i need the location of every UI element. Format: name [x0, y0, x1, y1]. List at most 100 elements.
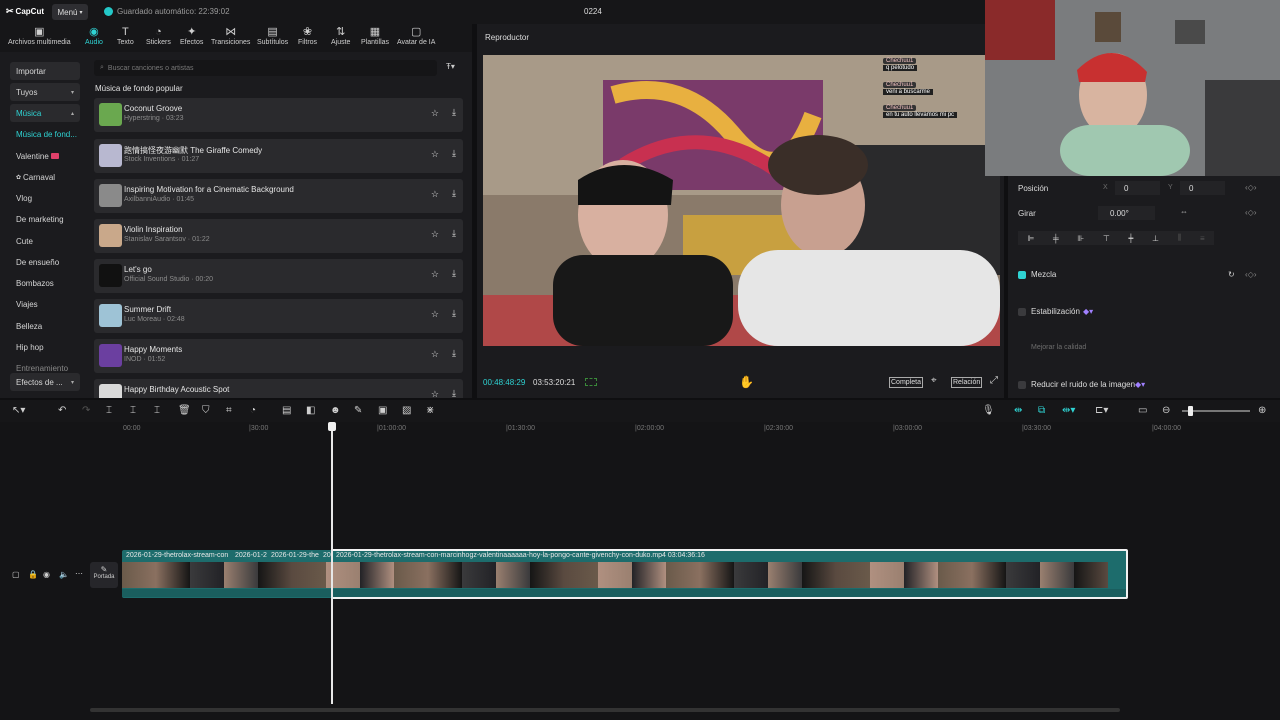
tab-media[interactable]: ▣ Archivos multimedia — [8, 26, 71, 46]
track-item[interactable]: Coconut Groove Hyperstring · 03:23 ☆ ⤓ — [94, 98, 463, 132]
align-bottom-icon[interactable]: ⊥ — [1152, 234, 1159, 243]
sidebar-item-bombazos[interactable]: Bombazos — [10, 274, 80, 292]
cover-button[interactable]: ✎ Portada — [90, 562, 118, 588]
track-item[interactable]: Summer Drift Luc Moreau · 02:48 ☆ ⤓ — [94, 299, 463, 333]
zoom-in-icon[interactable]: ⊕ — [1258, 406, 1266, 416]
link-icon[interactable]: ⧉ — [1038, 406, 1045, 416]
y-input[interactable]: 0 — [1180, 181, 1225, 195]
download-icon[interactable]: ⤓ — [452, 268, 456, 279]
stabilize-tool-icon[interactable]: ⋇ — [426, 406, 434, 416]
download-icon[interactable]: ⤓ — [452, 148, 456, 159]
aspect-ratio-button[interactable]: Relación — [951, 377, 983, 388]
tab-effects[interactable]: ✦ Efectos — [180, 26, 203, 46]
download-icon[interactable]: ⤓ — [452, 348, 456, 359]
sidebar-item-import[interactable]: Importar — [10, 62, 80, 80]
track-toggle-icon[interactable]: ▢ — [12, 570, 20, 580]
sidebar-item-carnival[interactable]: ✿ Carnaval — [10, 168, 80, 186]
shield-icon[interactable]: ⛉ — [202, 406, 210, 416]
download-icon[interactable]: ⤓ — [452, 228, 456, 239]
blend-checkbox[interactable] — [1018, 271, 1026, 279]
sidebar-item-sound-effects[interactable]: Efectos de ... ▾ — [10, 373, 80, 391]
timeline-scrollbar[interactable] — [90, 708, 1120, 712]
stabilize-checkbox[interactable] — [1018, 308, 1026, 316]
track-item[interactable]: Happy Birthday Acoustic Spot ☆ ⤓ — [94, 379, 463, 398]
sidebar-item-dreamy[interactable]: De ensueño — [10, 253, 80, 271]
video-preview[interactable] — [483, 55, 1000, 346]
cutout-icon[interactable]: ☻ — [330, 406, 341, 416]
magnet-icon[interactable]: ⇹ — [1014, 406, 1022, 416]
playhead[interactable] — [331, 424, 333, 704]
tab-ai-avatar[interactable]: ▢ Avatar de IA — [397, 26, 435, 46]
keyframe-icon[interactable]: ‹◇› — [1245, 270, 1256, 280]
snap-icon[interactable]: ⊏▾ — [1095, 406, 1108, 416]
sidebar-item-travel[interactable]: Viajes — [10, 295, 80, 313]
sidebar-item-vlog[interactable]: Vlog — [10, 189, 80, 207]
star-icon[interactable]: ☆ — [431, 229, 439, 240]
eye-icon[interactable]: ◉ — [43, 570, 50, 580]
sidebar-item-background-music[interactable]: Música de fond... — [10, 125, 80, 143]
star-icon[interactable]: ☆ — [431, 189, 439, 200]
tab-stickers[interactable]: ◔ Stickers — [146, 26, 171, 46]
track-item[interactable]: Let's go Official Sound Studio · 00:20 ☆ ⤓ — [94, 259, 463, 293]
sidebar-item-marketing[interactable]: De marketing — [10, 210, 80, 228]
tab-adjust[interactable]: ⇅ Ajuste — [331, 26, 350, 46]
caption-icon[interactable]: ▤ — [282, 406, 291, 416]
flip-icon[interactable]: ⇔ — [1180, 207, 1188, 217]
speaker-icon[interactable]: 🔈 — [59, 570, 69, 580]
download-icon[interactable]: ⤓ — [452, 308, 456, 319]
keyframe-icon[interactable]: ‹◇› — [1245, 183, 1256, 193]
split-left-icon[interactable]: ⌶ — [130, 406, 136, 416]
split-icon[interactable]: ⌶ — [106, 406, 112, 416]
sidebar-item-music[interactable]: Música ▴ — [10, 104, 80, 122]
tab-audio[interactable]: ◉ Audio — [85, 26, 103, 46]
star-icon[interactable]: ☆ — [431, 309, 439, 320]
star-icon[interactable]: ☆ — [431, 149, 439, 160]
denoise-checkbox[interactable] — [1018, 381, 1026, 389]
undo-icon[interactable]: ↶ — [58, 406, 66, 416]
tab-text[interactable]: T Texto — [117, 26, 134, 46]
rotate-input[interactable]: 0.00° — [1098, 206, 1155, 220]
tab-filters[interactable]: ❀ Filtros — [298, 26, 317, 46]
sidebar-item-hiphop[interactable]: Hip hop — [10, 338, 80, 356]
project-title[interactable]: 0224 — [584, 7, 602, 16]
split-right-icon[interactable]: ⌶ — [154, 406, 160, 416]
track-item[interactable]: Violin Inspiration Stanislav Sarantsov · … — [94, 219, 463, 253]
star-icon[interactable]: ☆ — [431, 269, 439, 280]
zoom-slider-handle[interactable] — [1188, 406, 1193, 416]
freeze-icon[interactable]: ▣ — [378, 406, 387, 416]
sidebar-item-beauty[interactable]: Belleza — [10, 317, 80, 335]
lock-icon[interactable]: 🔒 — [28, 570, 38, 580]
align-center-icon[interactable]: ╪ — [1053, 234, 1059, 243]
reset-icon[interactable]: ↻ — [1228, 270, 1235, 280]
mirror-icon[interactable]: ◧ — [306, 406, 315, 416]
fullscreen-mode-button[interactable]: Completa — [889, 377, 923, 388]
align-middle-icon[interactable]: ┿ — [1129, 234, 1134, 243]
download-icon[interactable]: ⤓ — [452, 388, 456, 398]
sidebar-item-cute[interactable]: Cute — [10, 232, 80, 250]
transform-icon[interactable]: ▨ — [402, 406, 411, 416]
sidebar-item-valentine[interactable]: Valentine — [10, 147, 80, 165]
tab-subtitles[interactable]: ▤ Subtítulos — [257, 26, 288, 46]
preview-axis-icon[interactable]: ⇹▾ — [1062, 406, 1075, 416]
align-toolbar[interactable]: ⊫ ╪ ⊪ ⊤ ┿ ⊥ ⫼ ≡ — [1018, 231, 1214, 245]
zoom-out-icon[interactable]: ⊖ — [1162, 406, 1170, 416]
search-input[interactable]: ⌕ Buscar canciones o artistas — [94, 60, 437, 76]
align-left-icon[interactable]: ⊫ — [1027, 234, 1034, 243]
captions-track-icon[interactable]: ▭ — [1138, 406, 1147, 416]
speed-icon[interactable]: ◔ — [250, 406, 256, 416]
download-icon[interactable]: ⤓ — [452, 188, 456, 199]
star-icon[interactable]: ☆ — [431, 108, 439, 119]
select-cursor-icon[interactable]: ↖▾ — [12, 406, 25, 416]
expand-icon[interactable]: ⤢ — [990, 376, 998, 386]
selected-clip-outline[interactable] — [331, 549, 1128, 599]
playhead-handle[interactable] — [328, 422, 336, 431]
track-item[interactable]: Inspiring Motivation for a Cinematic Bac… — [94, 179, 463, 213]
star-icon[interactable]: ☆ — [431, 389, 439, 398]
track-item[interactable]: Happy Moments INOD · 01:52 ☆ ⤓ — [94, 339, 463, 373]
focus-icon[interactable]: ⌖ — [931, 376, 937, 386]
sidebar-item-yours[interactable]: Tuyos ▾ — [10, 83, 80, 101]
filter-button[interactable]: Ŧ▾ — [446, 62, 455, 71]
align-right-icon[interactable]: ⊪ — [1077, 234, 1084, 243]
menu-button[interactable]: Menú ▾ — [52, 4, 88, 20]
keyframe-icon[interactable]: ‹◇› — [1245, 208, 1256, 218]
